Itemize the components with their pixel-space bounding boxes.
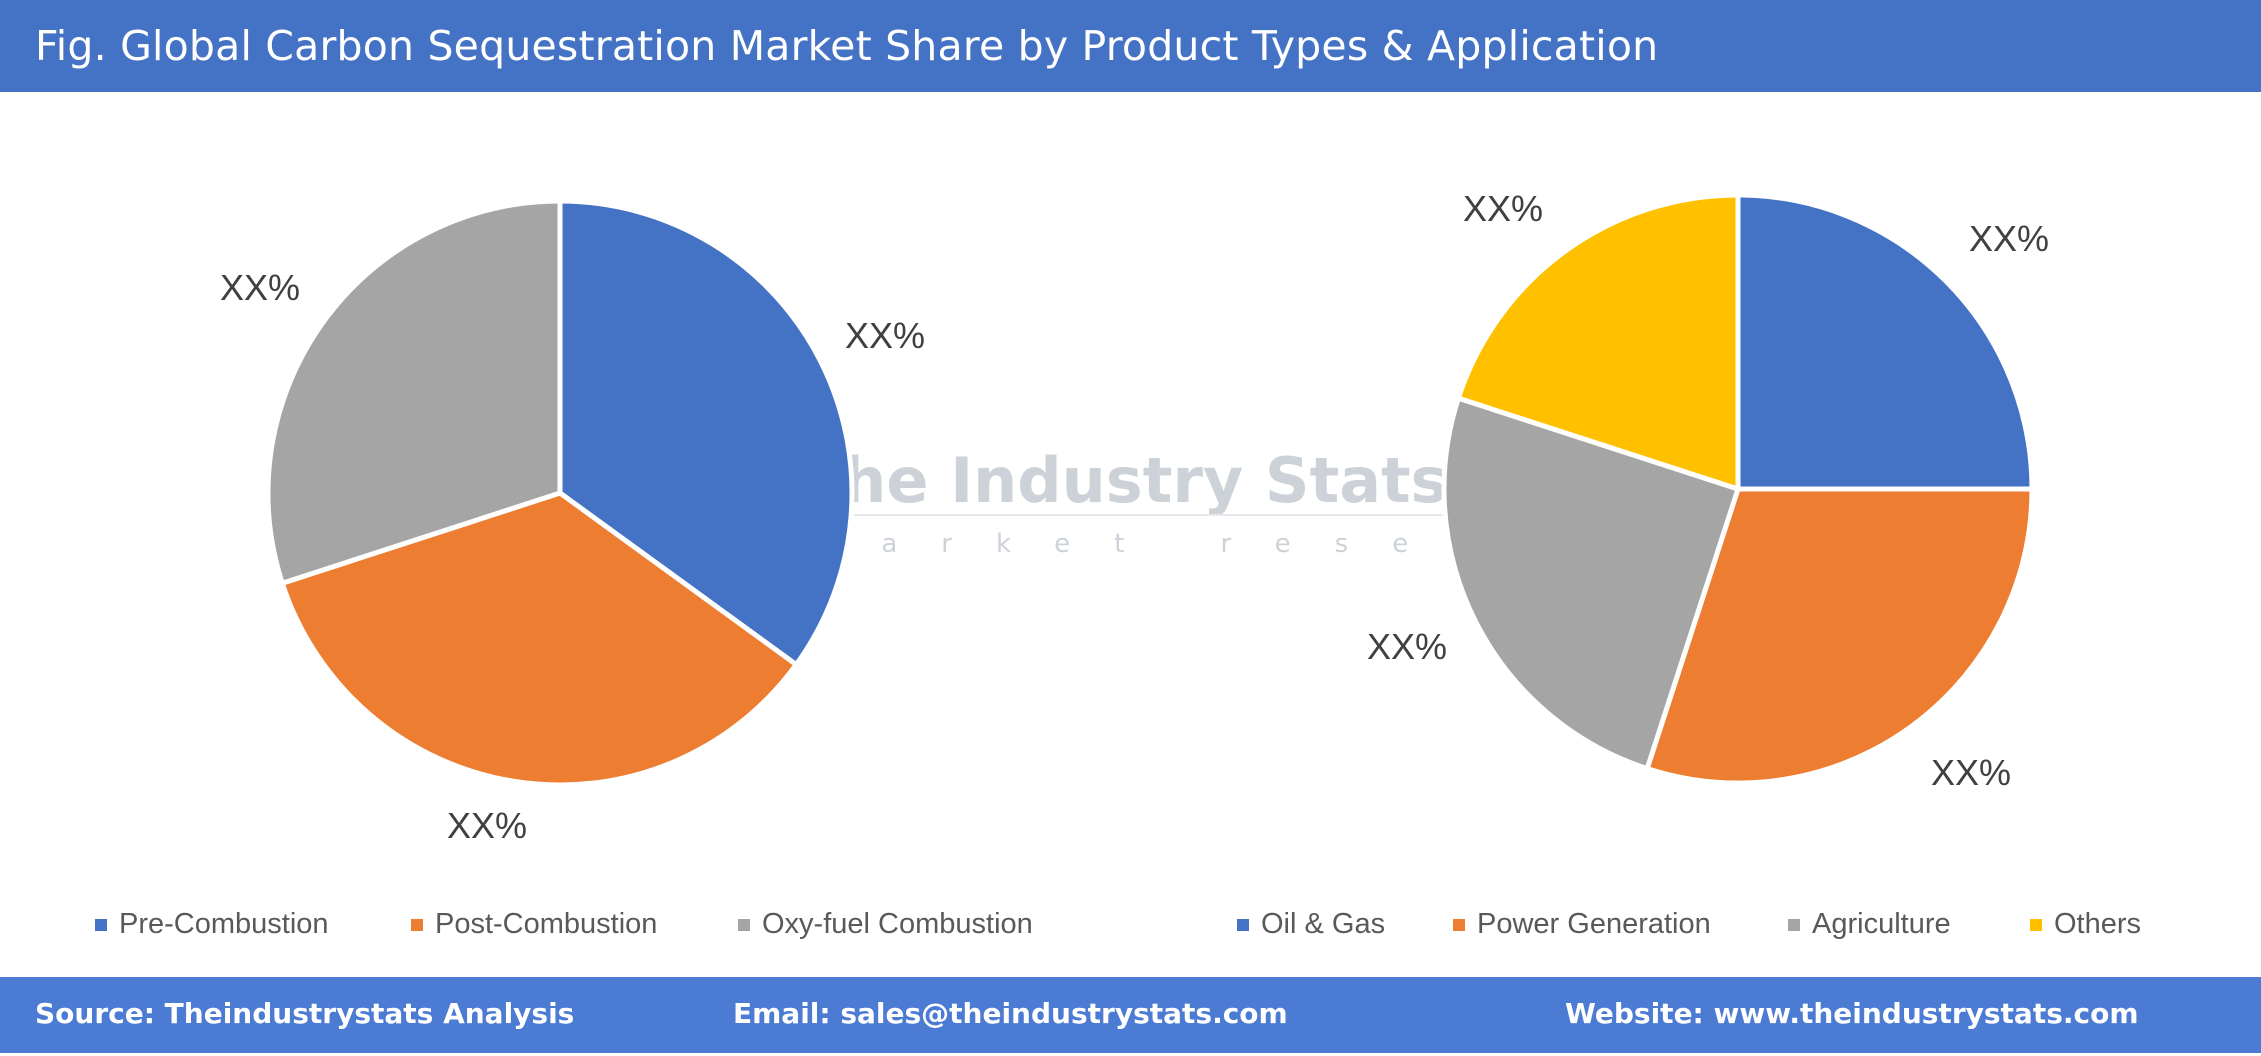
legend-label: Agriculture: [1812, 908, 1951, 940]
data-label-agriculture: XX%: [1367, 626, 1447, 667]
legend-item-post-combustion: Post-Combustion: [411, 908, 657, 941]
legend-item-oil-gas: Oil & Gas: [1237, 908, 1385, 941]
data-label-others: XX%: [1463, 188, 1543, 229]
footer-bar: Source: Theindustrystats Analysis Email:…: [0, 977, 2261, 1053]
legend-swatch-icon: [2030, 918, 2042, 931]
data-label-post-combustion: XX%: [447, 805, 527, 846]
pie-product-types: XX% XX% XX%: [220, 198, 925, 846]
legend-item-others: Others: [2030, 908, 2141, 941]
legend-swatch-icon: [738, 918, 750, 931]
pie-application: XX% XX% XX% XX%: [1367, 188, 2049, 793]
legend-label: Pre-Combustion: [119, 908, 329, 940]
legend-label: Post-Combustion: [435, 908, 658, 940]
legend-swatch-icon: [1453, 918, 1465, 931]
data-label-oxy-fuel-combustion: XX%: [220, 267, 300, 308]
legend-item-power-generation: Power Generation: [1453, 908, 1711, 941]
legend-item-agriculture: Agriculture: [1788, 908, 1951, 941]
legend-label: Oil & Gas: [1261, 908, 1386, 940]
watermark-name: The Industry Stats: [800, 444, 1448, 517]
pie-charts: The Industry Stats market research XX%XX…: [220, 188, 2049, 846]
legend-swatch-icon: [411, 918, 423, 931]
data-label-pre-combustion: XX%: [845, 315, 925, 356]
data-label-oil-gas: XX%: [1969, 218, 2049, 259]
legend-label: Oxy-fuel Combustion: [762, 908, 1033, 940]
legend-swatch-icon: [1788, 918, 1800, 931]
legend-item-oxy-fuel-combustion: Oxy-fuel Combustion: [738, 908, 1033, 941]
legend-label: Others: [2054, 908, 2142, 940]
legend-label: Power Generation: [1477, 908, 1711, 940]
legend-swatch-icon: [95, 918, 107, 931]
legend-swatch-icon: [1237, 918, 1249, 931]
footer-website[interactable]: Website: www.theindustrystats.com: [1565, 997, 2139, 1030]
legend-item-pre-combustion: Pre-Combustion: [95, 908, 329, 941]
footer-source: Source: Theindustrystats Analysis: [35, 997, 575, 1030]
footer-email[interactable]: Email: sales@theindustrystats.com: [733, 997, 1288, 1030]
data-label-power-generation: XX%: [1931, 752, 2011, 793]
